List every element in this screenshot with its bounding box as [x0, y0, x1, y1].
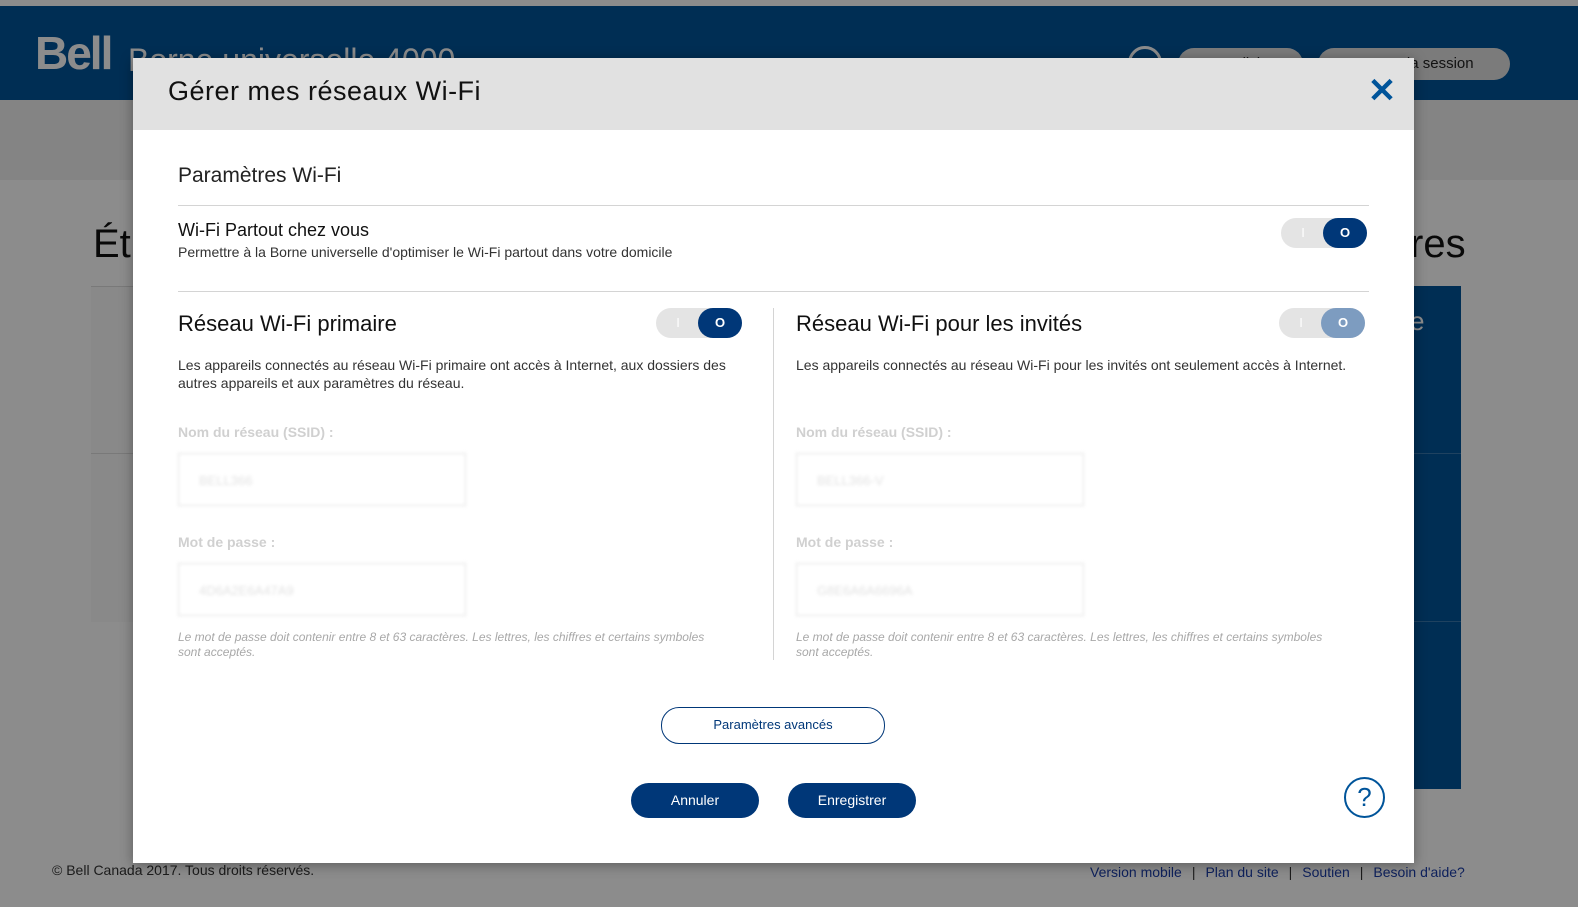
toggle-off-label: I: [1301, 225, 1305, 240]
modal-header: Gérer mes réseaux Wi-Fi ✕: [133, 58, 1414, 130]
toggle-off-label: I: [676, 315, 680, 330]
guest-ssid-input[interactable]: BELL366-V: [796, 453, 1084, 506]
divider: [178, 291, 1369, 292]
advanced-settings-button[interactable]: Paramètres avancés: [661, 707, 885, 744]
primary-password-label: Mot de passe :: [178, 534, 276, 550]
section-title: Paramètres Wi-Fi: [178, 164, 342, 187]
primary-password-hint: Le mot de passe doit contenir entre 8 et…: [178, 630, 705, 659]
cancel-button[interactable]: Annuler: [631, 783, 759, 818]
close-icon[interactable]: ✕: [1367, 74, 1397, 108]
divider: [178, 205, 1369, 206]
toggle-on-knob: O: [698, 308, 742, 338]
primary-network-title: Réseau Wi-Fi primaire: [178, 311, 397, 336]
guest-network-toggle[interactable]: I O: [1279, 308, 1365, 338]
modal-title: Gérer mes réseaux Wi-Fi: [168, 76, 482, 106]
wifi-everywhere-title: Wi-Fi Partout chez vous: [178, 220, 370, 240]
guest-password-input[interactable]: G8E6A6A6696A: [796, 563, 1084, 616]
primary-ssid-label: Nom du réseau (SSID) :: [178, 424, 334, 440]
toggle-off-label: I: [1299, 315, 1303, 330]
wifi-everywhere-description: Permettre à la Borne universelle d'optim…: [178, 244, 673, 260]
guest-password-label: Mot de passe :: [796, 534, 894, 550]
wifi-everywhere-toggle[interactable]: I O: [1281, 218, 1367, 248]
primary-network-toggle[interactable]: I O: [656, 308, 742, 338]
primary-ssid-input[interactable]: BELL366: [178, 453, 466, 506]
guest-network-title: Réseau Wi-Fi pour les invités: [796, 311, 1083, 336]
toggle-on-knob: O: [1323, 218, 1367, 248]
help-icon[interactable]: ?: [1344, 777, 1385, 818]
wifi-modal: Gérer mes réseaux Wi-Fi ✕ Paramètres Wi-…: [133, 58, 1414, 863]
primary-password-input[interactable]: 4D6A2E6A47A9: [178, 563, 466, 616]
toggle-on-knob: O: [1321, 308, 1365, 338]
guest-password-hint: Le mot de passe doit contenir entre 8 et…: [796, 630, 1323, 659]
save-button[interactable]: Enregistrer: [788, 783, 916, 818]
primary-network-description: Les appareils connectés au réseau Wi-Fi …: [178, 357, 726, 391]
guest-network-description: Les appareils connectés au réseau Wi-Fi …: [796, 357, 1347, 373]
column-divider: [773, 308, 774, 660]
guest-ssid-label: Nom du réseau (SSID) :: [796, 424, 952, 440]
